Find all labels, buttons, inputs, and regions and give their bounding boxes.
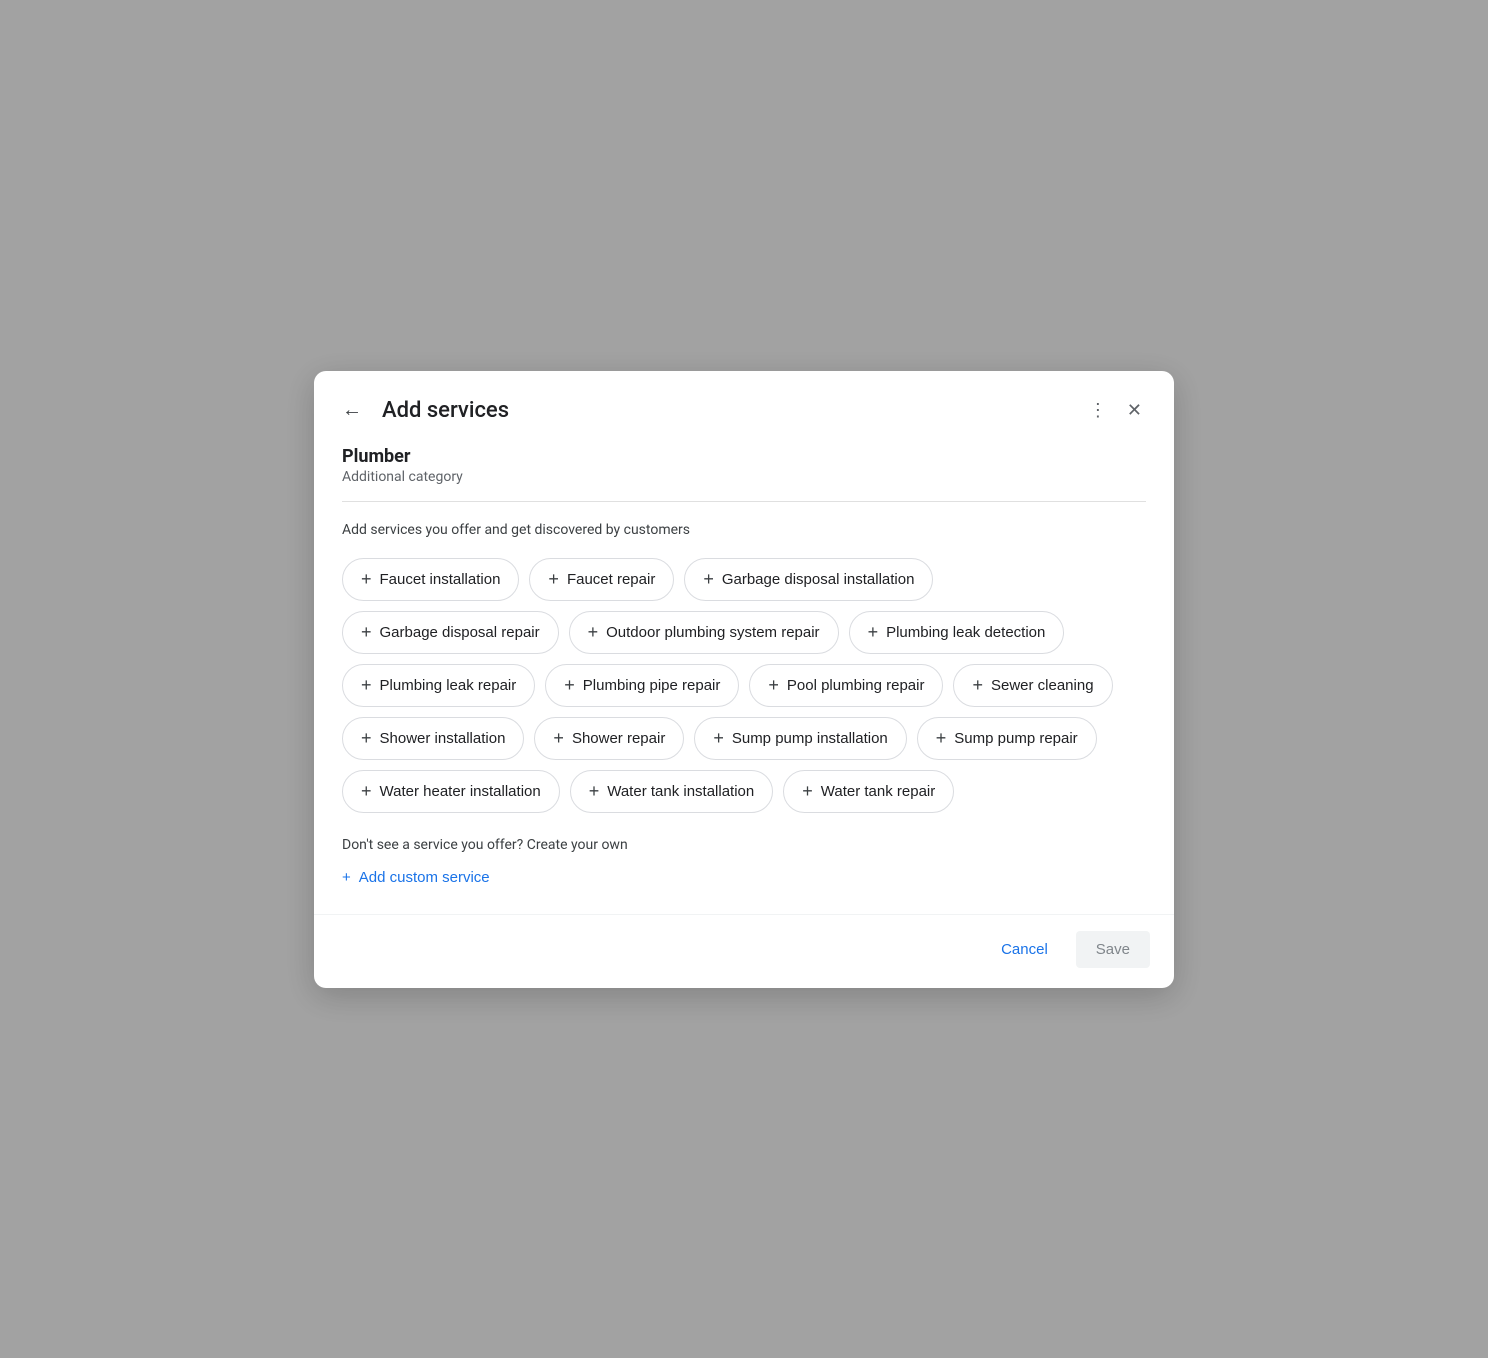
service-chip[interactable]: + Sewer cleaning (953, 664, 1112, 707)
chip-plus-icon: + (588, 622, 599, 643)
chip-label: Water tank repair (821, 783, 936, 800)
chip-plus-icon: + (802, 781, 813, 802)
chip-plus-icon: + (361, 728, 372, 749)
chip-label: Water tank installation (607, 783, 754, 800)
chip-label: Outdoor plumbing system repair (606, 624, 819, 641)
chip-label: Sump pump installation (732, 730, 888, 747)
service-chip[interactable]: + Plumbing leak detection (849, 611, 1065, 654)
chip-label: Garbage disposal repair (380, 624, 540, 641)
save-button[interactable]: Save (1076, 931, 1150, 968)
service-chip[interactable]: + Plumbing leak repair (342, 664, 535, 707)
add-custom-service-button[interactable]: + Add custom service (342, 865, 490, 890)
chip-plus-icon: + (361, 622, 372, 643)
chip-label: Pool plumbing repair (787, 677, 925, 694)
service-chip[interactable]: + Faucet repair (529, 558, 674, 601)
description-text: Add services you offer and get discovere… (342, 522, 1146, 538)
custom-section: Don't see a service you offer? Create yo… (342, 837, 1146, 890)
chip-label: Shower repair (572, 730, 665, 747)
service-chip[interactable]: + Shower repair (534, 717, 684, 760)
chip-plus-icon: + (589, 781, 600, 802)
service-chip[interactable]: + Water heater installation (342, 770, 560, 813)
chip-plus-icon: + (936, 728, 947, 749)
custom-hint-text: Don't see a service you offer? Create yo… (342, 837, 1146, 853)
chip-label: Sewer cleaning (991, 677, 1094, 694)
chip-plus-icon: + (972, 675, 983, 696)
category-section: Plumber Additional category (342, 446, 1146, 485)
category-name: Plumber (342, 446, 1146, 467)
service-chip[interactable]: + Pool plumbing repair (749, 664, 943, 707)
more-icon: ⋮ (1089, 400, 1107, 421)
chip-plus-icon: + (564, 675, 575, 696)
chip-label: Plumbing leak detection (886, 624, 1045, 641)
dialog-title: Add services (382, 398, 1069, 423)
chip-label: Sump pump repair (954, 730, 1077, 747)
category-subtitle: Additional category (342, 469, 1146, 485)
dialog-body: Plumber Additional category Add services… (314, 446, 1174, 914)
chip-plus-icon: + (553, 728, 564, 749)
chip-label: Shower installation (380, 730, 506, 747)
more-options-button[interactable]: ⋮ (1081, 392, 1115, 429)
chip-plus-icon: + (361, 675, 372, 696)
chip-plus-icon: + (713, 728, 724, 749)
chip-plus-icon: + (548, 569, 559, 590)
chip-plus-icon: + (361, 569, 372, 590)
service-chip[interactable]: + Outdoor plumbing system repair (569, 611, 839, 654)
dialog: ← Add services ⋮ ✕ Plumber Additional ca… (314, 371, 1174, 988)
chip-plus-icon: + (768, 675, 779, 696)
chip-label: Faucet installation (380, 571, 501, 588)
cancel-button[interactable]: Cancel (981, 931, 1068, 968)
chip-plus-icon: + (868, 622, 879, 643)
close-button[interactable]: ✕ (1119, 392, 1150, 429)
chip-label: Plumbing leak repair (380, 677, 517, 694)
service-chip[interactable]: + Sump pump repair (917, 717, 1097, 760)
services-grid: + Faucet installation + Faucet repair + Garba… (342, 558, 1146, 813)
add-custom-plus-icon: + (342, 869, 351, 886)
dialog-footer: Cancel Save (314, 914, 1174, 988)
service-chip[interactable]: + Shower installation (342, 717, 524, 760)
overlay: ← Add services ⋮ ✕ Plumber Additional ca… (0, 0, 1488, 1358)
chip-plus-icon: + (703, 569, 714, 590)
back-button[interactable]: ← (334, 391, 370, 430)
chip-label: Water heater installation (380, 783, 541, 800)
divider (342, 501, 1146, 502)
close-icon: ✕ (1127, 400, 1142, 421)
service-chip[interactable]: + Garbage disposal installation (684, 558, 933, 601)
header-actions: ⋮ ✕ (1081, 392, 1150, 429)
chip-label: Faucet repair (567, 571, 655, 588)
service-chip[interactable]: + Water tank repair (783, 770, 954, 813)
service-chip[interactable]: + Garbage disposal repair (342, 611, 559, 654)
service-chip[interactable]: + Water tank installation (570, 770, 774, 813)
service-chip[interactable]: + Faucet installation (342, 558, 519, 601)
service-chip[interactable]: + Plumbing pipe repair (545, 664, 739, 707)
chip-plus-icon: + (361, 781, 372, 802)
service-chip[interactable]: + Sump pump installation (694, 717, 906, 760)
add-custom-label: Add custom service (359, 869, 490, 886)
chip-label: Plumbing pipe repair (583, 677, 721, 694)
dialog-header: ← Add services ⋮ ✕ (314, 371, 1174, 446)
chip-label: Garbage disposal installation (722, 571, 915, 588)
